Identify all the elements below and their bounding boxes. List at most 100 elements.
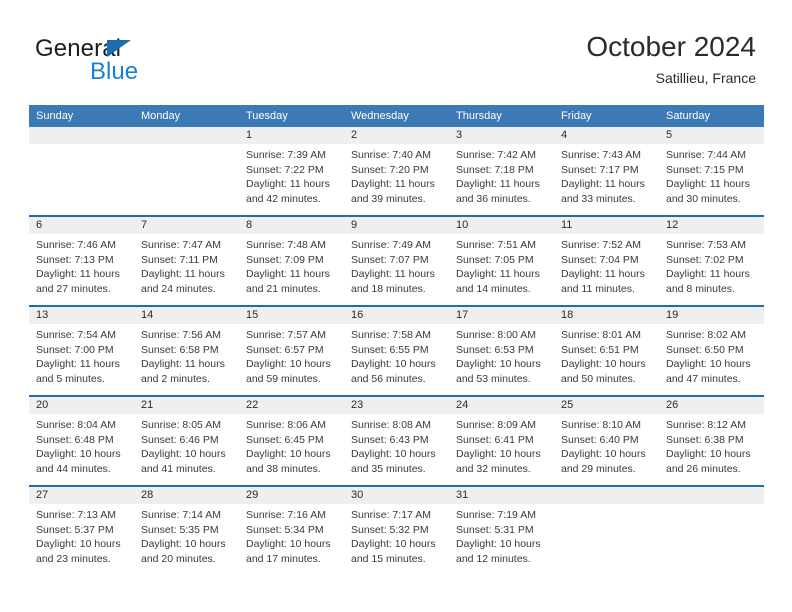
- day-number: 28: [134, 487, 239, 504]
- day-detail-line: Daylight: 10 hours: [141, 448, 226, 461]
- calendar-day-cell[interactable]: 6 Sunrise: 7:46 AM Sunset: 7:13 PM Daylight…: [29, 215, 134, 306]
- calendar-day-cell[interactable]: 4 Sunrise: 7:43 AM Sunset: 7:17 PM Daylight…: [554, 127, 659, 216]
- calendar-day-cell[interactable]: 26 Sunrise: 8:12 AM Sunset: 6:38 PM Dayligh…: [659, 395, 764, 486]
- day-number: 13: [29, 307, 134, 324]
- day-detail-line: Sunset: 6:53 PM: [456, 343, 534, 356]
- day-number: 6: [29, 217, 134, 234]
- calendar-day-cell[interactable]: 14 Sunrise: 7:56 AM Sunset: 6:58 PM Dayligh…: [134, 305, 239, 396]
- day-details: Sunrise: 8:01 AM Sunset: 6:51 PM Daylight:…: [554, 324, 659, 386]
- day-detail-line: Sunrise: 7:40 AM: [351, 149, 431, 161]
- day-detail-line: Daylight: 11 hours: [456, 178, 540, 191]
- day-detail-line: and 41 minutes.: [141, 462, 216, 475]
- day-detail-line: Sunset: 6:50 PM: [666, 343, 744, 356]
- day-details: Sunrise: 7:53 AM Sunset: 7:02 PM Daylight:…: [659, 234, 764, 296]
- day-detail-line: Sunrise: 8:10 AM: [561, 419, 641, 431]
- day-number: [659, 487, 764, 504]
- calendar-day-cell[interactable]: 13 Sunrise: 7:54 AM Sunset: 7:00 PM Dayligh…: [29, 305, 134, 396]
- day-detail-line: Daylight: 10 hours: [561, 448, 646, 461]
- calendar-day-cell[interactable]: 3 Sunrise: 7:42 AM Sunset: 7:18 PM Daylight…: [449, 127, 554, 216]
- day-detail-line: Sunset: 7:17 PM: [561, 163, 639, 176]
- calendar-day-cell[interactable]: 21 Sunrise: 8:05 AM Sunset: 6:46 PM Dayligh…: [134, 395, 239, 486]
- calendar-page: General Blue October 2024 Satillieu, Fra…: [0, 0, 792, 612]
- day-detail-line: Daylight: 11 hours: [666, 178, 750, 191]
- day-detail-line: Daylight: 11 hours: [141, 358, 225, 371]
- day-details: Sunrise: 7:52 AM Sunset: 7:04 PM Daylight:…: [554, 234, 659, 296]
- day-details: Sunrise: 7:44 AM Sunset: 7:15 PM Daylight:…: [659, 144, 764, 206]
- calendar-day-cell[interactable]: 25 Sunrise: 8:10 AM Sunset: 6:40 PM Dayligh…: [554, 395, 659, 486]
- calendar-day-cell[interactable]: 18 Sunrise: 8:01 AM Sunset: 6:51 PM Dayligh…: [554, 305, 659, 396]
- day-number: [29, 127, 134, 144]
- calendar-day-cell[interactable]: 24 Sunrise: 8:09 AM Sunset: 6:41 PM Dayligh…: [449, 395, 554, 486]
- calendar-day-cell[interactable]: 11 Sunrise: 7:52 AM Sunset: 7:04 PM Dayligh…: [554, 215, 659, 306]
- day-detail-line: Sunset: 6:57 PM: [246, 343, 324, 356]
- day-detail-line: and 27 minutes.: [36, 282, 111, 295]
- day-detail-line: Sunrise: 8:12 AM: [666, 419, 746, 431]
- day-detail-line: Daylight: 10 hours: [246, 538, 331, 551]
- calendar-day-cell[interactable]: 9 Sunrise: 7:49 AM Sunset: 7:07 PM Daylight…: [344, 215, 449, 306]
- calendar-day-cell[interactable]: 16 Sunrise: 7:58 AM Sunset: 6:55 PM Dayligh…: [344, 305, 449, 396]
- calendar-day-cell[interactable]: 8 Sunrise: 7:48 AM Sunset: 7:09 PM Daylight…: [239, 215, 344, 306]
- calendar-day-cell[interactable]: 12 Sunrise: 7:53 AM Sunset: 7:02 PM Dayligh…: [659, 215, 764, 306]
- day-number: 27: [29, 487, 134, 504]
- calendar-day-cell[interactable]: 29 Sunrise: 7:16 AM Sunset: 5:34 PM Dayligh…: [239, 485, 344, 575]
- calendar-day-cell[interactable]: 7 Sunrise: 7:47 AM Sunset: 7:11 PM Daylight…: [134, 215, 239, 306]
- calendar-week-row: 27 Sunrise: 7:13 AM Sunset: 5:37 PM Dayligh…: [29, 485, 764, 575]
- day-details: Sunrise: 7:48 AM Sunset: 7:09 PM Daylight:…: [239, 234, 344, 296]
- calendar-week-row: 13 Sunrise: 7:54 AM Sunset: 7:00 PM Dayligh…: [29, 305, 764, 396]
- day-detail-line: and 17 minutes.: [246, 552, 321, 565]
- day-details: Sunrise: 7:43 AM Sunset: 7:17 PM Daylight:…: [554, 144, 659, 206]
- calendar-day-cell[interactable]: 10 Sunrise: 7:51 AM Sunset: 7:05 PM Dayligh…: [449, 215, 554, 306]
- general-blue-logo[interactable]: General Blue: [35, 36, 265, 92]
- day-detail-line: Sunrise: 7:43 AM: [561, 149, 641, 161]
- day-details: Sunrise: 8:08 AM Sunset: 6:43 PM Daylight:…: [344, 414, 449, 476]
- day-detail-line: and 12 minutes.: [456, 552, 531, 565]
- calendar-day-cell[interactable]: 27 Sunrise: 7:13 AM Sunset: 5:37 PM Dayligh…: [29, 485, 134, 575]
- calendar-day-cell[interactable]: 20 Sunrise: 8:04 AM Sunset: 6:48 PM Dayligh…: [29, 395, 134, 486]
- day-detail-line: Daylight: 11 hours: [141, 268, 225, 281]
- day-detail-line: and 42 minutes.: [246, 192, 321, 205]
- calendar-day-cell[interactable]: 30 Sunrise: 7:17 AM Sunset: 5:32 PM Dayligh…: [344, 485, 449, 575]
- day-detail-line: and 33 minutes.: [561, 192, 636, 205]
- day-detail-line: Daylight: 10 hours: [351, 358, 436, 371]
- day-detail-line: Sunrise: 7:49 AM: [351, 239, 431, 251]
- day-detail-line: Daylight: 10 hours: [666, 448, 751, 461]
- day-detail-line: Daylight: 11 hours: [666, 268, 750, 281]
- logo-triangle-icon: [107, 40, 131, 57]
- day-detail-line: Sunrise: 7:17 AM: [351, 509, 431, 521]
- day-detail-line: Daylight: 11 hours: [36, 268, 120, 281]
- day-detail-line: and 29 minutes.: [561, 462, 636, 475]
- calendar-day-cell[interactable]: 5 Sunrise: 7:44 AM Sunset: 7:15 PM Daylight…: [659, 127, 764, 216]
- calendar-day-cell[interactable]: 17 Sunrise: 8:00 AM Sunset: 6:53 PM Dayligh…: [449, 305, 554, 396]
- calendar-day-cell[interactable]: 23 Sunrise: 8:08 AM Sunset: 6:43 PM Dayligh…: [344, 395, 449, 486]
- day-detail-line: Sunset: 5:34 PM: [246, 523, 324, 536]
- day-detail-line: Sunrise: 8:01 AM: [561, 329, 641, 341]
- day-number: 14: [134, 307, 239, 324]
- day-detail-line: Sunset: 6:51 PM: [561, 343, 639, 356]
- day-detail-line: Sunrise: 7:46 AM: [36, 239, 116, 251]
- calendar-day-cell[interactable]: 2 Sunrise: 7:40 AM Sunset: 7:20 PM Daylight…: [344, 127, 449, 216]
- day-detail-line: Sunrise: 8:04 AM: [36, 419, 116, 431]
- day-detail-line: and 53 minutes.: [456, 372, 531, 385]
- day-number: 17: [449, 307, 554, 324]
- calendar-day-cell[interactable]: 15 Sunrise: 7:57 AM Sunset: 6:57 PM Dayligh…: [239, 305, 344, 396]
- day-detail-line: Sunset: 6:46 PM: [141, 433, 219, 446]
- day-detail-line: Sunrise: 8:02 AM: [666, 329, 746, 341]
- day-detail-line: and 14 minutes.: [456, 282, 531, 295]
- day-detail-line: Sunset: 7:09 PM: [246, 253, 324, 266]
- day-detail-line: and 26 minutes.: [666, 462, 741, 475]
- calendar-day-cell[interactable]: 31 Sunrise: 7:19 AM Sunset: 5:31 PM Dayligh…: [449, 485, 554, 575]
- calendar-day-cell[interactable]: 19 Sunrise: 8:02 AM Sunset: 6:50 PM Dayligh…: [659, 305, 764, 396]
- calendar-day-cell[interactable]: 28 Sunrise: 7:14 AM Sunset: 5:35 PM Dayligh…: [134, 485, 239, 575]
- page-title: October 2024: [586, 31, 756, 62]
- calendar-day-cell[interactable]: 22 Sunrise: 8:06 AM Sunset: 6:45 PM Dayligh…: [239, 395, 344, 486]
- day-detail-line: Sunrise: 8:06 AM: [246, 419, 326, 431]
- day-detail-line: Sunset: 5:37 PM: [36, 523, 114, 536]
- day-detail-line: Daylight: 11 hours: [561, 268, 645, 281]
- day-detail-line: Sunrise: 7:13 AM: [36, 509, 116, 521]
- calendar-day-cell-empty: [554, 485, 659, 575]
- day-detail-line: Daylight: 11 hours: [246, 178, 330, 191]
- calendar-day-cell-empty: [29, 127, 134, 216]
- day-detail-line: Sunrise: 7:53 AM: [666, 239, 746, 251]
- day-details: Sunrise: 7:56 AM Sunset: 6:58 PM Daylight:…: [134, 324, 239, 386]
- calendar-day-cell[interactable]: 1 Sunrise: 7:39 AM Sunset: 7:22 PM Daylight…: [239, 127, 344, 216]
